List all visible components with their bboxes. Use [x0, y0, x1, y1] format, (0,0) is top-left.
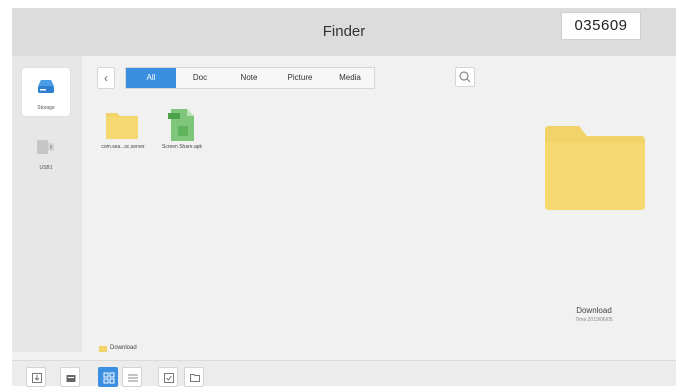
- tab-note[interactable]: Note: [224, 68, 274, 88]
- tab-media[interactable]: Media: [326, 68, 374, 88]
- tab-all[interactable]: All: [126, 68, 176, 88]
- sidebar-item-usb1[interactable]: USB1: [22, 128, 70, 176]
- select-checkbox-icon: [164, 373, 174, 383]
- back-button[interactable]: ‹: [97, 67, 115, 89]
- sidebar: Storage USB1: [12, 56, 82, 352]
- select-button[interactable]: [158, 367, 178, 387]
- list-view-icon: [128, 374, 138, 382]
- preview-name: Download: [576, 306, 612, 315]
- tab-doc[interactable]: Doc: [176, 68, 224, 88]
- import-icon: [32, 373, 42, 383]
- folder-icon: [99, 346, 107, 352]
- preview-time: Time:2019/06/05: [575, 317, 613, 323]
- usb-icon: [37, 140, 54, 154]
- sidebar-item-storage[interactable]: Storage: [22, 68, 70, 116]
- chevron-left-icon: ‹: [104, 71, 108, 85]
- tab-picture[interactable]: Picture: [274, 68, 326, 88]
- file-type-tabs: All Doc Note Picture Media: [125, 67, 375, 89]
- search-button[interactable]: [455, 67, 475, 87]
- connection-code: 035609: [561, 12, 641, 40]
- storage-box-icon: [66, 375, 76, 382]
- apk-file-icon: [168, 109, 194, 141]
- grid-view-icon: [103, 372, 115, 384]
- grid-view-button[interactable]: [98, 367, 118, 387]
- bottom-toolbar: [12, 360, 676, 387]
- import-button[interactable]: [26, 367, 46, 387]
- title-bar: Finder 035609: [12, 8, 676, 56]
- file-name: Screen Share.apk: [161, 144, 203, 150]
- preview-folder-icon: [545, 126, 645, 210]
- search-icon: [459, 71, 471, 83]
- storage-box-button[interactable]: [60, 367, 80, 387]
- folder-icon: [106, 113, 138, 139]
- new-folder-icon: [190, 374, 200, 382]
- sidebar-item-label: Storage: [37, 105, 55, 111]
- breadcrumb-label: Download: [110, 345, 137, 351]
- storage-icon: [38, 80, 54, 93]
- new-folder-button[interactable]: [184, 367, 204, 387]
- list-view-button[interactable]: [122, 367, 142, 387]
- finder-window: Finder 035609 Storage USB1 ‹ All Doc Not…: [12, 8, 676, 387]
- sidebar-item-label: USB1: [39, 165, 53, 171]
